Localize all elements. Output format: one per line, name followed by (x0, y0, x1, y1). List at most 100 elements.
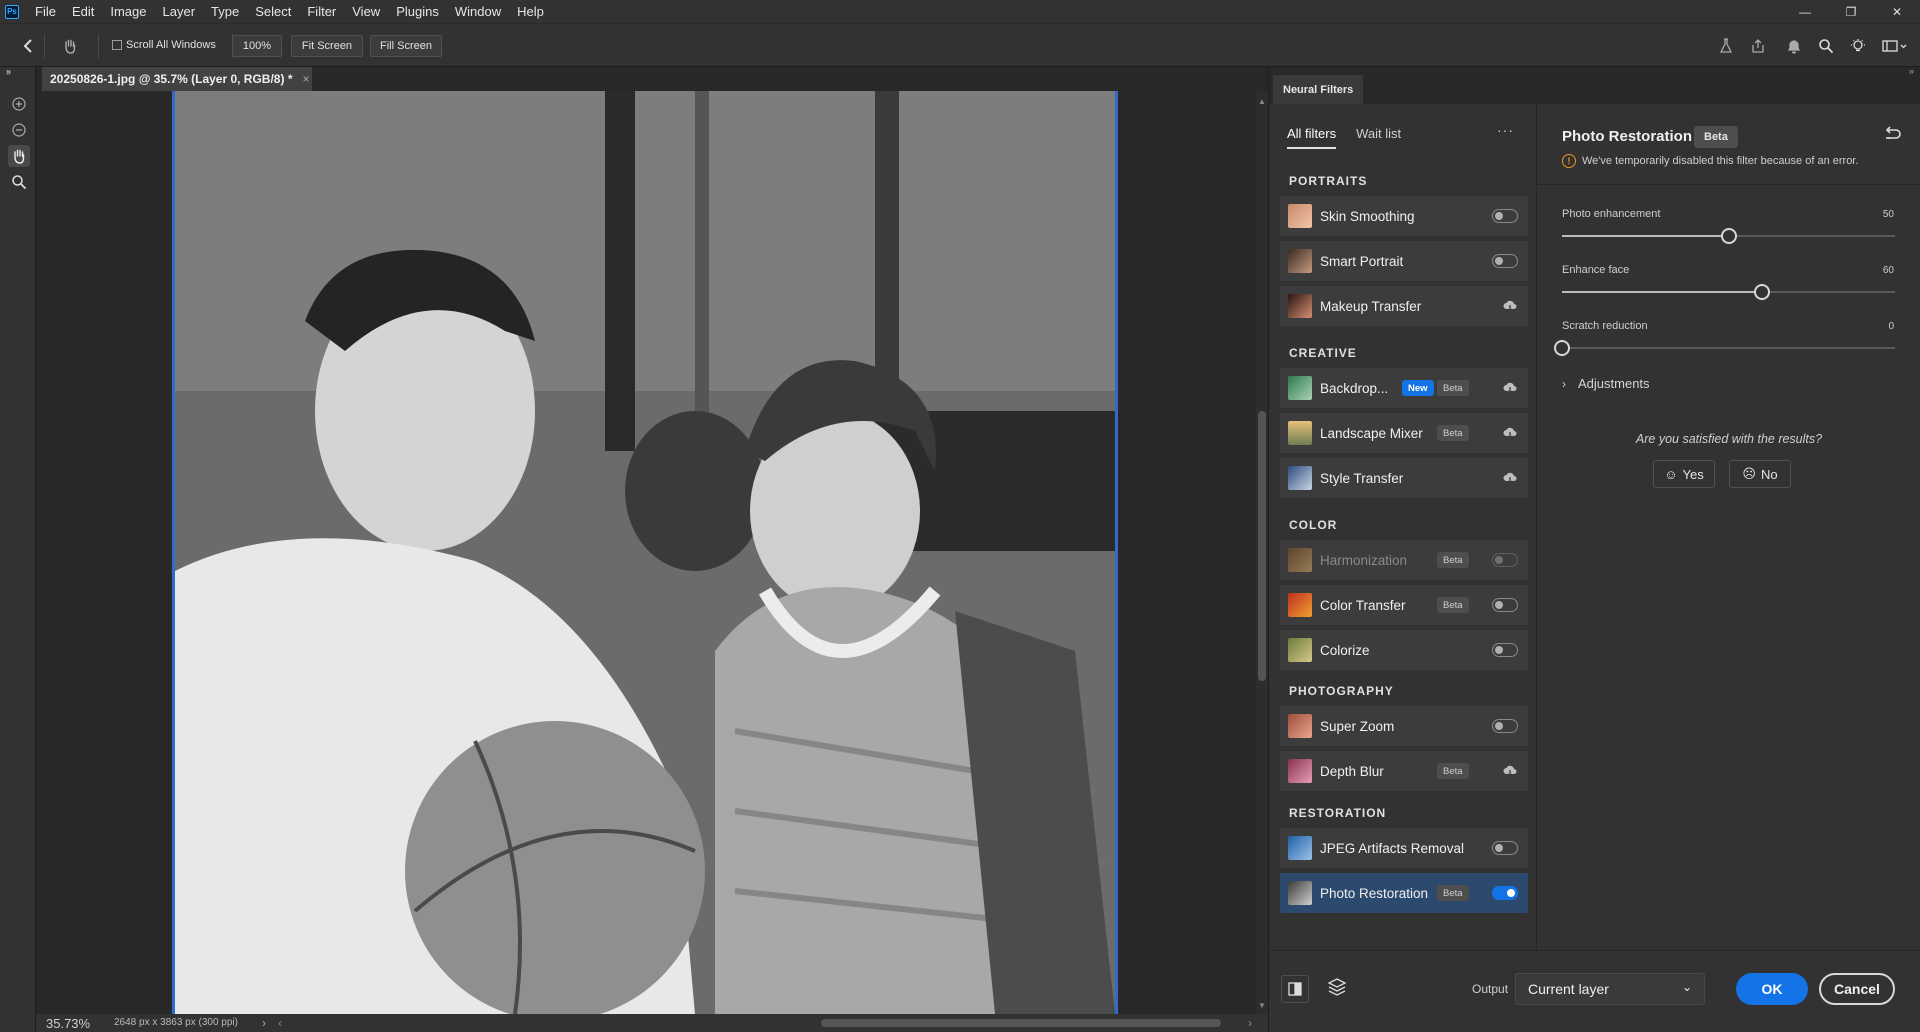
close-tab-icon[interactable]: × (302, 72, 309, 86)
filter-label: Landscape Mixer (1320, 425, 1423, 441)
zoom-readout[interactable]: 35.73% (46, 1016, 90, 1031)
menu-plugins[interactable]: Plugins (388, 0, 447, 23)
menu-help[interactable]: Help (509, 0, 552, 23)
close-window-icon[interactable]: ✕ (1874, 0, 1920, 23)
share-icon[interactable] (1748, 36, 1768, 56)
workspace-switcher-icon[interactable] (1880, 36, 1910, 56)
bell-icon[interactable] (1784, 36, 1804, 56)
vertical-scroll-thumb[interactable] (1258, 411, 1266, 681)
cloud-download-icon[interactable] (1503, 471, 1517, 485)
vertical-scrollbar[interactable]: ▲ ▼ (1256, 91, 1268, 1014)
reset-icon[interactable] (1884, 126, 1902, 145)
scroll-up-icon[interactable]: ▲ (1258, 97, 1266, 106)
slider-thumb[interactable] (1753, 284, 1770, 300)
filter-makeup-transfer[interactable]: Makeup Transfer (1280, 286, 1528, 326)
zoom-in-icon[interactable] (8, 93, 30, 115)
menu-image[interactable]: Image (102, 0, 154, 23)
canvas-area[interactable] (36, 91, 1256, 1014)
zoom-100-button[interactable]: 100% (232, 35, 282, 57)
lightbulb-icon[interactable] (1848, 36, 1868, 56)
back-chevron-icon[interactable] (18, 36, 38, 56)
filter-harmonization[interactable]: Harmonization Beta (1280, 540, 1528, 580)
menu-layer[interactable]: Layer (155, 0, 204, 23)
smart-portrait-toggle[interactable] (1492, 254, 1518, 268)
section-color: COLOR (1289, 518, 1338, 532)
photo-restoration-toggle[interactable] (1492, 886, 1518, 900)
filter-backdrop[interactable]: Backdrop... New Beta (1280, 368, 1528, 408)
zoom-tool-icon[interactable] (8, 171, 30, 193)
filter-colorize[interactable]: Colorize (1280, 630, 1528, 670)
photoshop-logo-icon[interactable]: Ps (5, 4, 19, 19)
more-options-icon[interactable]: ··· (1497, 122, 1514, 138)
filter-style-transfer[interactable]: Style Transfer (1280, 458, 1528, 498)
menu-edit[interactable]: Edit (64, 0, 102, 23)
beta-badge: Beta (1437, 597, 1469, 613)
slider-thumb[interactable] (1720, 228, 1737, 244)
menu-type[interactable]: Type (203, 0, 247, 23)
menu-window[interactable]: Window (447, 0, 509, 23)
filter-label: Harmonization (1320, 552, 1408, 568)
document-tab[interactable]: 20250826-1.jpg @ 35.7% (Layer 0, RGB/8) … (42, 67, 312, 91)
yes-button[interactable]: ☺ Yes (1653, 460, 1715, 488)
satisfaction-prompt: Are you satisfied with the results? (1635, 432, 1823, 446)
scroll-right-icon[interactable]: › (1248, 1016, 1252, 1030)
status-menu-chevron-icon[interactable]: › (262, 1016, 266, 1030)
horizontal-scroll-thumb[interactable] (821, 1019, 1221, 1027)
filter-photo-restoration[interactable]: Photo Restoration Beta (1280, 873, 1528, 913)
scratch-reduction-slider[interactable] (1554, 340, 1895, 356)
horizontal-scrollbar[interactable]: ‹ › (276, 1014, 1258, 1032)
collapse-panel-icon[interactable]: » (1909, 66, 1914, 76)
cancel-button[interactable]: Cancel (1819, 973, 1895, 1005)
hand-tool-icon[interactable] (8, 145, 30, 167)
harmonization-toggle (1492, 553, 1518, 567)
colorize-toggle[interactable] (1492, 643, 1518, 657)
photo-enhancement-slider[interactable] (1562, 228, 1895, 244)
neural-filters-tab[interactable]: Neural Filters (1273, 75, 1364, 104)
fit-screen-button[interactable]: Fit Screen (291, 35, 363, 57)
restore-icon[interactable]: ❐ (1828, 0, 1874, 23)
filter-jpeg-artifacts-removal[interactable]: JPEG Artifacts Removal (1280, 828, 1528, 868)
flask-icon[interactable] (1716, 36, 1736, 56)
scroll-down-icon[interactable]: ▼ (1258, 1001, 1266, 1010)
scroll-left-icon[interactable]: ‹ (278, 1016, 282, 1030)
filter-super-zoom[interactable]: Super Zoom (1280, 706, 1528, 746)
menu-view[interactable]: View (344, 0, 388, 23)
chevron-down-icon: ⌄ (1681, 980, 1692, 994)
output-select[interactable]: Current layer ⌄ (1515, 973, 1705, 1005)
search-icon[interactable] (1816, 36, 1836, 56)
before-after-icon[interactable] (1281, 975, 1309, 1003)
cloud-download-icon[interactable] (1503, 426, 1517, 440)
filter-skin-smoothing[interactable]: Skin Smoothing (1280, 196, 1528, 236)
scroll-all-windows-checkbox[interactable] (112, 40, 122, 50)
layers-icon[interactable] (1327, 977, 1347, 1000)
tab-all-filters[interactable]: All filters (1287, 126, 1337, 149)
enhance-face-slider[interactable] (1562, 284, 1895, 300)
cloud-download-icon[interactable] (1503, 764, 1517, 778)
filter-smart-portrait[interactable]: Smart Portrait (1280, 241, 1528, 281)
beta-badge: Beta (1694, 126, 1738, 148)
jpeg-artifacts-toggle[interactable] (1492, 841, 1518, 855)
filter-color-transfer[interactable]: Color Transfer Beta (1280, 585, 1528, 625)
minimize-icon[interactable]: — (1782, 0, 1828, 23)
color-transfer-toggle[interactable] (1492, 598, 1518, 612)
adjustments-expander[interactable]: › Adjustments (1562, 376, 1650, 391)
tab-wait-list[interactable]: Wait list (1356, 126, 1401, 149)
filter-landscape-mixer[interactable]: Landscape Mixer Beta (1280, 413, 1528, 453)
no-button[interactable]: ☹ No (1729, 460, 1791, 488)
filter-depth-blur[interactable]: Depth Blur Beta (1280, 751, 1528, 791)
slider-value: 0 (1888, 321, 1894, 332)
smart-portrait-thumbnail-icon (1288, 249, 1312, 273)
ok-button[interactable]: OK (1736, 973, 1808, 1005)
menu-file[interactable]: File (27, 0, 64, 23)
menu-select[interactable]: Select (247, 0, 299, 23)
menu-filter[interactable]: Filter (299, 0, 344, 23)
super-zoom-toggle[interactable] (1492, 719, 1518, 733)
cloud-download-icon[interactable] (1503, 299, 1517, 313)
cloud-download-icon[interactable] (1503, 381, 1517, 395)
skin-smoothing-toggle[interactable] (1492, 209, 1518, 223)
document-image[interactable] (172, 91, 1118, 1014)
expand-icon[interactable]: » (6, 67, 11, 77)
fill-screen-button[interactable]: Fill Screen (370, 35, 442, 57)
zoom-out-icon[interactable] (8, 119, 30, 141)
slider-thumb[interactable] (1554, 340, 1570, 356)
